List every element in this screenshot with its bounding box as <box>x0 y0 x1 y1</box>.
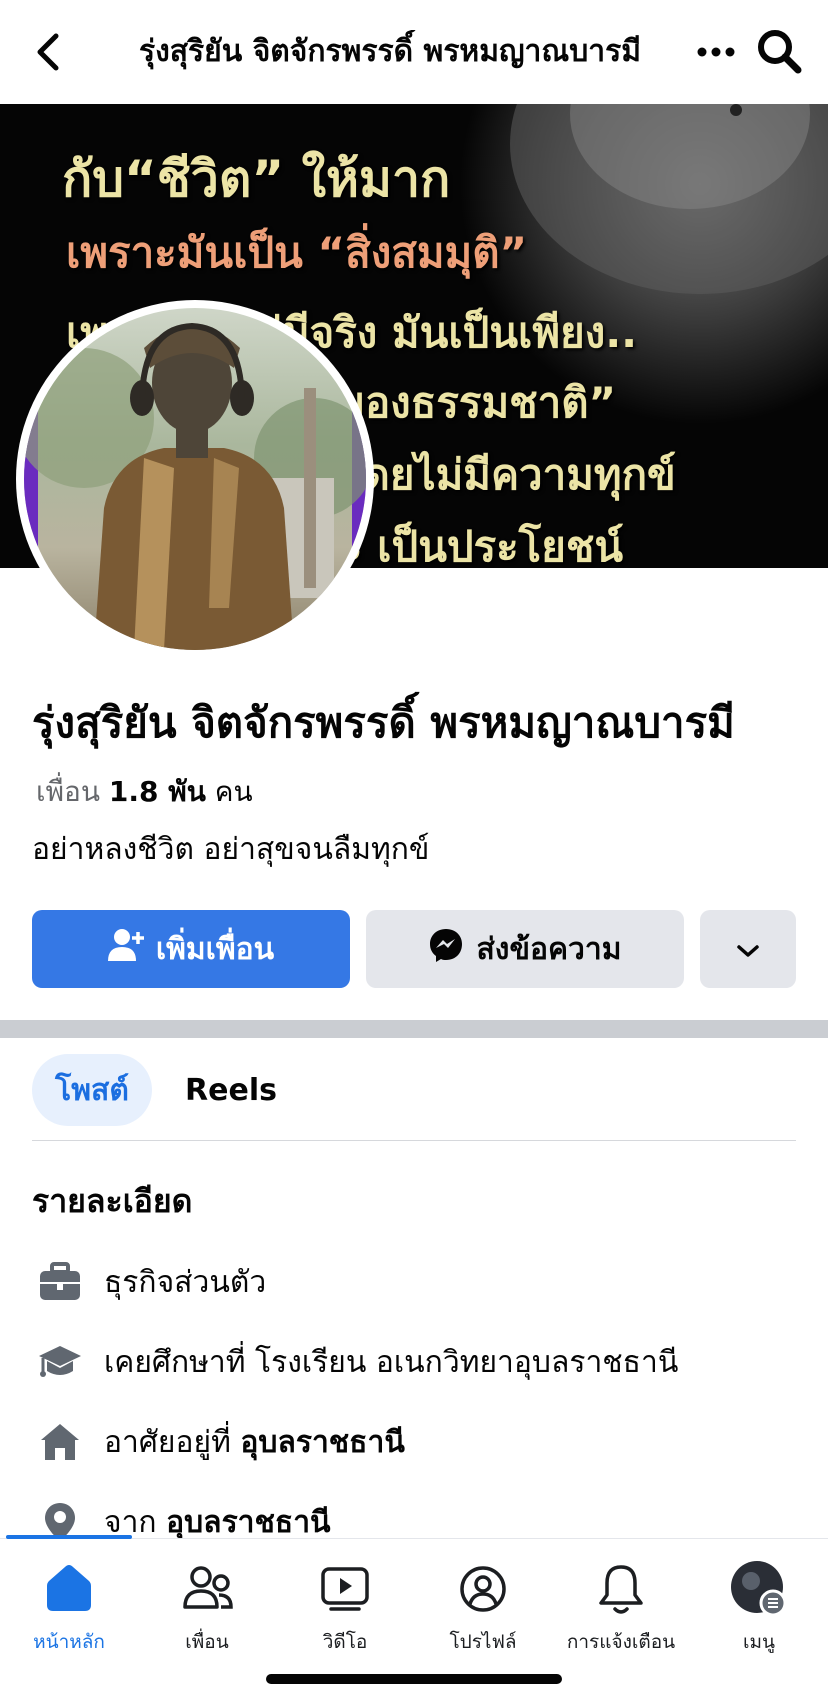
top-app-bar: รุ่งสุริยัน จิตจักรพรรดิ์ พรหมญาณบารมี <box>0 0 828 104</box>
home-icon <box>32 1414 88 1470</box>
nav-friends[interactable]: เพื่อน <box>138 1559 276 1669</box>
nav-notifications-label: การแจ้งเตือน <box>566 1631 676 1653</box>
friends-count[interactable]: เพื่อน 1.8 พัน คน <box>36 770 253 814</box>
menu-avatar-icon <box>729 1559 789 1619</box>
back-chevron-icon[interactable] <box>30 30 66 74</box>
graduation-cap-icon <box>32 1334 88 1390</box>
profile-avatar[interactable] <box>16 300 374 658</box>
add-friend-label: เพิ่มเพื่อน <box>155 931 275 967</box>
add-friend-button[interactable]: เพิ่มเพื่อน <box>32 910 350 988</box>
nav-menu[interactable]: เมนู <box>690 1559 828 1669</box>
nav-friends-label: เพื่อน <box>185 1631 229 1653</box>
bell-icon <box>591 1559 651 1619</box>
cover-text-line: โดยไม่มีความทุกข์ <box>340 450 676 499</box>
cover-text-line: ะ เป็นประโยชน์ <box>340 522 624 568</box>
cover-text-line: กับ“ชีวิต” ให้มาก <box>62 150 451 208</box>
detail-current-city-value[interactable]: อุบลราชธานี <box>240 1425 404 1460</box>
detail-work-text: ธุรกิจส่วนตัว <box>104 1264 267 1300</box>
briefcase-icon <box>32 1254 88 1310</box>
more-horizontal-icon[interactable] <box>694 30 738 74</box>
profile-bio: อย่าหลงชีวิต อย่าสุขจนลืมทุกข์ <box>32 832 430 867</box>
nav-profile[interactable]: โปรไฟล์ <box>414 1559 552 1669</box>
message-label: ส่งข้อความ <box>476 931 622 967</box>
details-heading: รายละเอียด <box>32 1182 193 1220</box>
message-button[interactable]: ส่งข้อความ <box>366 910 684 988</box>
nav-home-label: หน้าหลัก <box>33 1631 105 1653</box>
profile-icon <box>453 1559 513 1619</box>
avatar-photo <box>24 308 366 650</box>
friends-icon <box>177 1559 237 1619</box>
tab-divider <box>32 1140 796 1141</box>
nav-video-label: วิดีโอ <box>322 1631 368 1653</box>
home-indicator-bar <box>266 1674 562 1684</box>
messenger-icon <box>428 927 464 971</box>
detail-work: ธุรกิจส่วนตัว <box>32 1252 266 1312</box>
detail-current-city-text: อาศัยอยู่ที่ อุบลราชธานี <box>104 1419 405 1466</box>
nav-profile-label: โปรไฟล์ <box>449 1631 517 1653</box>
detail-hometown-value[interactable]: อุบลราชธานี <box>166 1505 330 1540</box>
cover-text-line: เพราะมันเป็น “สิ่งสมมุติ” <box>66 228 528 277</box>
nav-home[interactable]: หน้าหลัก <box>0 1559 138 1669</box>
home-icon <box>39 1559 99 1619</box>
chevron-down-icon <box>736 932 760 967</box>
detail-current-city-prefix: อาศัยอยู่ที่ <box>104 1424 241 1460</box>
tab-reels[interactable]: Reels <box>168 1054 294 1126</box>
nav-video[interactable]: วิดีโอ <box>276 1559 414 1669</box>
nav-menu-label: เมนู <box>742 1631 775 1653</box>
detail-current-city: อาศัยอยู่ที่ อุบลราชธานี <box>32 1412 405 1472</box>
add-friend-icon <box>107 928 144 970</box>
tab-posts[interactable]: โพสต์ <box>32 1054 152 1126</box>
friends-number: 1.8 พัน <box>108 775 206 808</box>
page-title: รุ่งสุริยัน จิตจักรพรรดิ์ พรหมญาณบารมี <box>138 34 642 69</box>
detail-education-text: เคยศึกษาที่ โรงเรียน อเนกวิทยาอุบลราชธาน… <box>104 1344 679 1380</box>
friends-label: เพื่อน <box>36 775 100 808</box>
search-icon[interactable] <box>756 28 802 74</box>
active-tab-indicator <box>6 1535 132 1539</box>
detail-education: เคยศึกษาที่ โรงเรียน อเนกวิทยาอุบลราชธาน… <box>32 1332 678 1392</box>
nav-notifications[interactable]: การแจ้งเตือน <box>552 1559 690 1669</box>
friends-unit: คน <box>214 775 253 808</box>
profile-name: รุ่งสุริยัน จิตจักรพรรดิ์ พรหมญาณบารมี <box>32 698 735 747</box>
video-icon <box>315 1559 375 1619</box>
section-divider <box>0 1020 828 1038</box>
more-actions-button[interactable] <box>700 910 796 988</box>
